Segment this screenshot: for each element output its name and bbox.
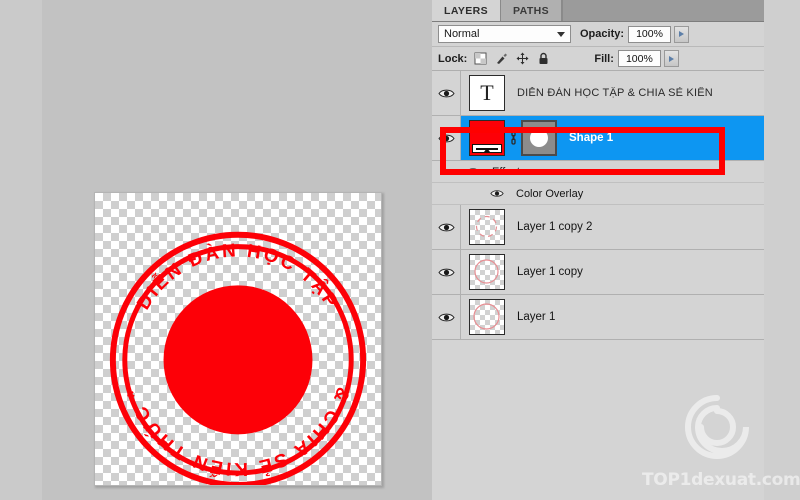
layer-row-layer-1-copy[interactable]: Layer 1 copy	[432, 250, 764, 295]
layer-name-layer-1: Layer 1	[517, 311, 556, 323]
tab-paths-label: PATHS	[513, 4, 550, 17]
layer-1-copy-2-thumbnail-cell	[461, 209, 505, 245]
lock-all-icon[interactable]	[537, 52, 550, 65]
mask-circle-shape	[530, 129, 548, 147]
opacity-label: Opacity:	[580, 28, 625, 40]
layer-list: T DIỄN ĐÀN HỌC TẬP & CHIA SẺ KIẾN Shape …	[432, 71, 764, 340]
fill-input[interactable]: 100%	[617, 50, 661, 67]
fill-value: 100%	[625, 52, 653, 65]
lock-label: Lock:	[438, 52, 468, 65]
opacity-input[interactable]: 100%	[628, 25, 672, 43]
eye-icon	[466, 168, 480, 175]
layer-name-text-layer: DIỄN ĐÀN HỌC TẬP & CHIA SẺ KIẾN	[517, 87, 713, 99]
effect-row-color-overlay[interactable]: Color Overlay	[432, 183, 764, 205]
lock-image-pixels-icon[interactable]	[495, 52, 508, 65]
opacity-slider-arrow[interactable]	[674, 25, 690, 43]
visibility-toggle-layer-1-copy[interactable]	[432, 250, 461, 294]
eye-icon	[437, 268, 455, 276]
layer-1-thumbnail-cell	[461, 299, 505, 335]
lock-row: Lock: Fill: 100%	[432, 47, 764, 71]
visibility-toggle-layer-1-copy-2[interactable]	[432, 205, 461, 249]
blend-mode-value: Normal	[444, 28, 480, 40]
dashed-circle-preview	[475, 215, 498, 238]
circle-preview	[473, 303, 500, 330]
stamp-artwork: DIỄN ĐÀN HỌC TẬP & CHIA SẺ KIẾN THỨC *	[109, 231, 367, 485]
effects-group-label: Effects	[492, 165, 526, 178]
blend-mode-row: Normal Opacity: 100%	[432, 22, 764, 47]
visibility-toggle-effects[interactable]	[460, 167, 486, 176]
text-tool-glyph: T	[480, 80, 494, 105]
lock-position-icon[interactable]	[516, 52, 529, 65]
layer-1-copy-thumbnail[interactable]	[469, 254, 505, 290]
layer-row-layer-1[interactable]: Layer 1	[432, 295, 764, 340]
fill-slider-arrow[interactable]	[663, 50, 679, 67]
visibility-toggle-color-overlay[interactable]	[484, 189, 510, 198]
chevron-down-icon	[557, 32, 565, 37]
eye-icon	[490, 190, 504, 197]
right-dock: LAYERS PATHS Normal Opacity: 100% Lock:	[432, 0, 800, 500]
vector-mask-thumbnail[interactable]	[521, 120, 557, 156]
document-workspace: DIỄN ĐÀN HỌC TẬP & CHIA SẺ KIẾN THỨC *	[0, 0, 432, 500]
shape-thumbnail-cell	[461, 120, 557, 156]
layer-row-text[interactable]: T DIỄN ĐÀN HỌC TẬP & CHIA SẺ KIẾN	[432, 71, 764, 116]
layer-1-thumbnail[interactable]	[469, 299, 505, 335]
tab-layers[interactable]: LAYERS	[432, 0, 502, 21]
text-layer-thumbnail[interactable]: T	[469, 75, 505, 111]
visibility-toggle-text-layer[interactable]	[432, 71, 461, 115]
layer-name-layer-1-copy: Layer 1 copy	[517, 266, 583, 278]
effects-group-row[interactable]: Effects	[432, 161, 764, 183]
opacity-value: 100%	[636, 28, 663, 40]
layer-name-layer-1-copy-2: Layer 1 copy 2	[517, 221, 593, 233]
eye-icon	[437, 313, 455, 321]
workspace-left-gutter	[0, 0, 42, 500]
layer-row-shape-1[interactable]: Shape 1	[432, 116, 764, 161]
tab-bar-filler	[562, 0, 764, 21]
text-layer-thumbnail-cell: T	[461, 75, 505, 111]
tab-layers-label: LAYERS	[444, 4, 489, 17]
gradient-bar-indicator	[472, 144, 502, 153]
link-mask-icon[interactable]	[508, 130, 518, 146]
eye-icon	[437, 223, 455, 231]
visibility-toggle-layer-1[interactable]	[432, 295, 461, 339]
layers-panel: LAYERS PATHS Normal Opacity: 100% Lock:	[432, 0, 764, 500]
eye-icon	[437, 89, 455, 97]
layer-row-layer-1-copy-2[interactable]: Layer 1 copy 2	[432, 205, 764, 250]
effect-label-color-overlay: Color Overlay	[516, 187, 584, 200]
shape-fill-thumbnail[interactable]	[469, 120, 505, 156]
tab-paths[interactable]: PATHS	[501, 0, 563, 21]
lock-transparent-pixels-icon[interactable]	[474, 52, 487, 65]
circle-preview	[474, 259, 499, 284]
eye-icon	[437, 134, 455, 142]
blend-mode-select[interactable]: Normal	[438, 25, 571, 43]
layer-name-shape-1: Shape 1	[569, 132, 614, 144]
document-canvas[interactable]: DIỄN ĐÀN HỌC TẬP & CHIA SẺ KIẾN THỨC *	[94, 192, 382, 486]
layer-1-copy-thumbnail-cell	[461, 254, 505, 290]
panel-tab-bar: LAYERS PATHS	[432, 0, 764, 22]
fill-label: Fill:	[594, 52, 614, 65]
layer-1-copy-2-thumbnail[interactable]	[469, 209, 505, 245]
visibility-toggle-shape-1[interactable]	[432, 116, 461, 160]
